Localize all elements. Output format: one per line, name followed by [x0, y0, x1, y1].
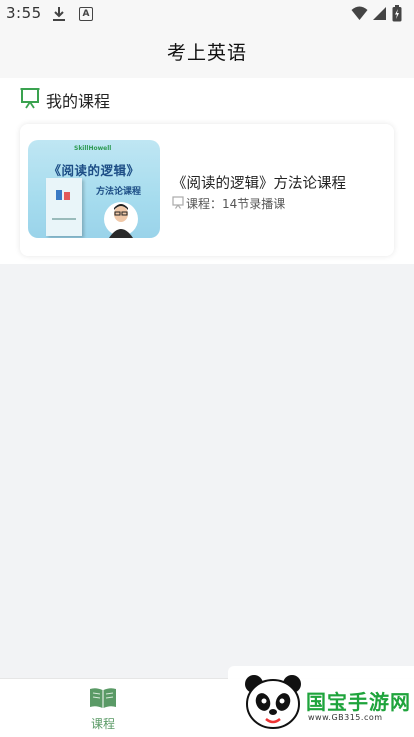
watermark: 国宝手游网 www.GB315.com	[228, 666, 414, 736]
section-title: 我的课程	[46, 92, 111, 111]
my-courses-section: 我的课程 SkillHowell 《阅读的逻辑》 方法论课程 《阅读的逻辑》方法	[0, 78, 414, 264]
section-header: 我的课程	[20, 88, 110, 112]
watermark-text: 国宝手游网	[306, 690, 411, 714]
battery-icon	[392, 5, 402, 26]
cover-subheading: 方法论课程	[96, 187, 142, 197]
status-time: 3:55	[6, 4, 42, 22]
course-card[interactable]: SkillHowell 《阅读的逻辑》 方法论课程 《阅读的逻辑》方法论课程 课…	[20, 124, 394, 256]
app-header: 考上英语	[0, 28, 414, 78]
signal-icon	[372, 6, 387, 25]
course-cover-image: SkillHowell 《阅读的逻辑》 方法论课程	[28, 140, 160, 238]
a-notification-icon: A	[79, 7, 93, 21]
course-lesson-count: 课程：14节录播课	[186, 197, 286, 211]
tab-label: 课程	[90, 717, 115, 731]
tab-courses[interactable]: 课程	[70, 687, 136, 732]
book-icon	[89, 688, 117, 713]
status-bar: 3:55 A	[0, 0, 414, 28]
course-meta: 课程：14节录播课	[172, 195, 285, 212]
cover-heading: 《阅读的逻辑》	[48, 163, 140, 178]
book-illustration	[46, 178, 82, 236]
wifi-icon	[351, 6, 368, 25]
chalkboard-icon	[172, 195, 184, 212]
page-title: 考上英语	[166, 42, 247, 64]
teacher-portrait	[104, 198, 138, 238]
chalkboard-icon	[20, 87, 40, 113]
cover-brand: SkillHowell	[74, 145, 112, 152]
panda-logo	[242, 672, 304, 736]
watermark-url: www.GB315.com	[308, 713, 383, 722]
course-title[interactable]: 《阅读的逻辑》方法论课程	[172, 172, 346, 193]
download-icon	[52, 6, 66, 26]
